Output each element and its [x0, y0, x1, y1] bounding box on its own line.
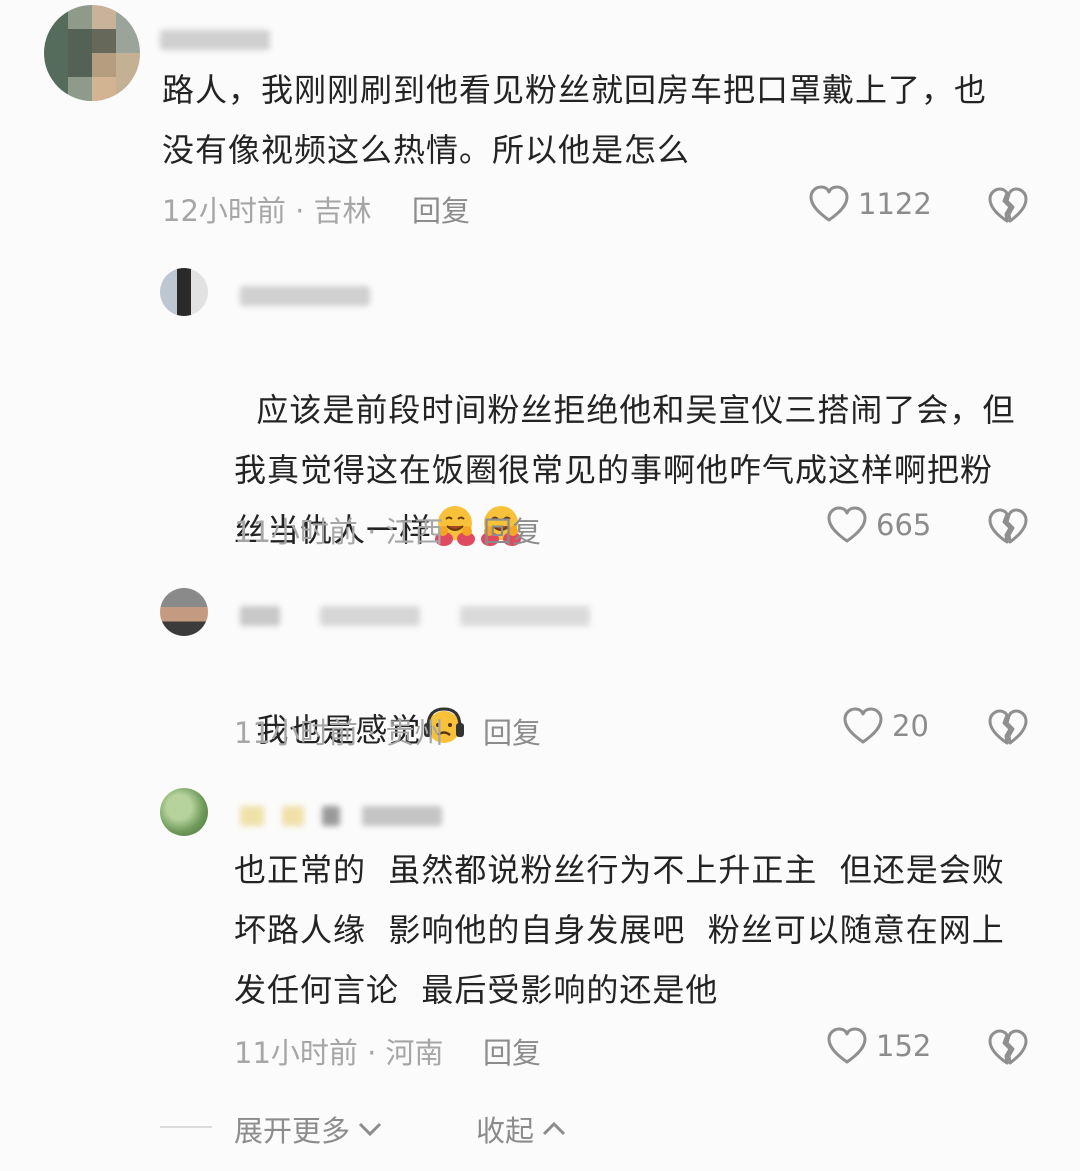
- username-blurred[interactable]: [460, 606, 590, 626]
- avatar[interactable]: [44, 5, 140, 101]
- broken-heart-icon: [988, 507, 1028, 547]
- like-button[interactable]: 152: [826, 1026, 931, 1066]
- like-button[interactable]: 1122: [808, 184, 932, 224]
- collapse-label: 收起: [476, 1114, 535, 1148]
- heart-outline-icon: [826, 1026, 868, 1066]
- avatar[interactable]: [160, 268, 208, 316]
- comment-meta: 11小时前 · 河南: [234, 1036, 444, 1070]
- chevron-down-icon: [358, 1122, 382, 1137]
- username-blurred[interactable]: [320, 606, 420, 626]
- reply-button[interactable]: 回复: [412, 188, 470, 230]
- dislike-button[interactable]: [988, 708, 1028, 752]
- expand-more-button[interactable]: 展开更多: [234, 1108, 384, 1150]
- username-blurred[interactable]: [160, 30, 270, 50]
- like-button[interactable]: 665: [826, 505, 931, 545]
- like-button[interactable]: 20: [842, 706, 929, 746]
- username-blurred[interactable]: [240, 286, 370, 306]
- comment-text: 也正常的 虽然都说粉丝行为不上升正主 但还是会败 坏路人缘 影响他的自身发展吧 …: [234, 851, 1005, 1009]
- reply-button[interactable]: 回复: [483, 710, 541, 752]
- broken-heart-icon: [988, 1028, 1028, 1068]
- divider: [160, 1126, 212, 1128]
- avatar[interactable]: [160, 588, 208, 636]
- comment-meta: 11小时前 · 江西: [234, 515, 444, 549]
- username-blurred[interactable]: [362, 806, 442, 826]
- like-count: 152: [876, 1029, 932, 1063]
- like-count: 1122: [858, 187, 932, 221]
- dislike-button[interactable]: [988, 507, 1028, 551]
- broken-heart-icon: [988, 186, 1028, 226]
- heart-outline-icon: [842, 706, 884, 746]
- collapse-button[interactable]: 收起: [476, 1108, 568, 1150]
- comment-meta: 12小时前 · 吉林: [162, 194, 372, 228]
- expand-more-label: 展开更多: [234, 1114, 351, 1148]
- username-blurred[interactable]: [240, 806, 264, 826]
- username-blurred[interactable]: [282, 806, 304, 826]
- comment-meta: 11小时前 · 贵州: [234, 716, 444, 750]
- username-blurred[interactable]: [240, 606, 280, 626]
- like-count: 665: [876, 508, 932, 542]
- heart-outline-icon: [826, 505, 868, 545]
- like-count: 20: [892, 709, 929, 743]
- reply-button[interactable]: 回复: [483, 1030, 541, 1072]
- username-blurred[interactable]: [322, 806, 340, 826]
- comment-text: 路人，我刚刚刷到他看见粉丝就回房车把口罩戴上了，也 没有像视频这么热情。所以他是…: [162, 71, 988, 169]
- heart-outline-icon: [808, 184, 850, 224]
- dislike-button[interactable]: [988, 186, 1028, 230]
- reply-button[interactable]: 回复: [483, 509, 541, 551]
- broken-heart-icon: [988, 708, 1028, 748]
- chevron-up-icon: [542, 1121, 566, 1136]
- avatar[interactable]: [160, 788, 208, 836]
- dislike-button[interactable]: [988, 1028, 1028, 1072]
